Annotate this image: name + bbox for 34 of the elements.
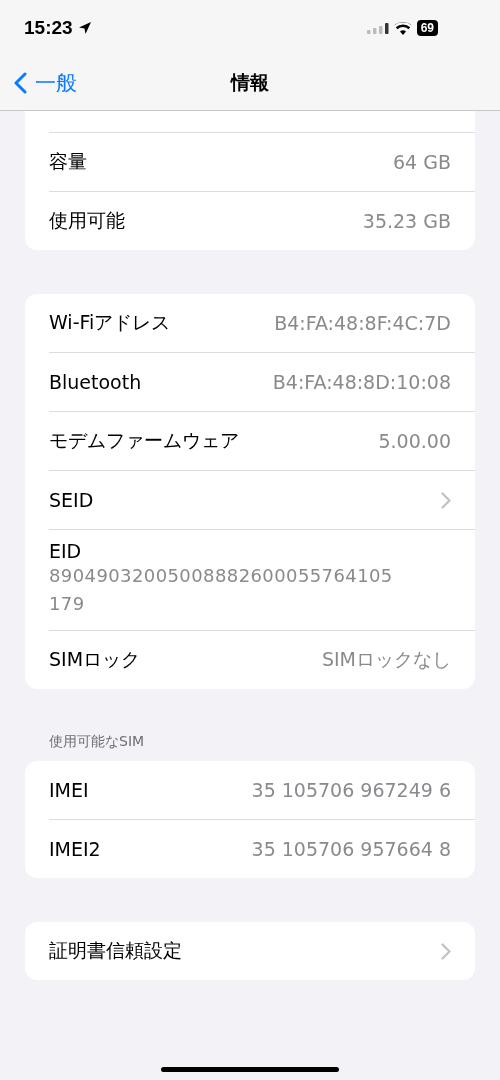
- settings-row[interactable]: 証明書信頼設定: [49, 922, 475, 980]
- row-label: EID: [49, 540, 83, 562]
- location-arrow-icon: [77, 21, 92, 35]
- row-label: SIMロック: [49, 647, 141, 672]
- row-value: 179: [49, 592, 86, 616]
- row-label: 証明書信頼設定: [49, 938, 182, 963]
- row-label: モデムファームウェア: [49, 428, 239, 453]
- row-value: 5.00.00: [378, 430, 451, 452]
- battery-level: 69: [416, 20, 438, 36]
- wifi-icon: [393, 21, 412, 35]
- row-label: IMEI: [49, 779, 89, 801]
- row-label: IMEI2: [49, 838, 101, 860]
- row-label: 容量: [49, 149, 87, 174]
- back-button[interactable]: 一般: [14, 69, 77, 97]
- row-label: 使用可能: [49, 208, 125, 233]
- row-value: B4:FA:48:8D:10:08: [272, 371, 451, 393]
- row-value: B4:FA:48:8F:4C:7D: [274, 312, 451, 334]
- page-title: 情報: [231, 70, 269, 95]
- chevron-icon: [441, 491, 451, 509]
- row-value: SIMロックなし: [321, 647, 451, 672]
- status-time: 15:23: [24, 17, 73, 39]
- settings-row[interactable]: SEID: [49, 470, 475, 529]
- signal-icon: [366, 22, 389, 34]
- row-value: 35.23 GB: [362, 210, 451, 232]
- section-header: 使用可能なSIM: [48, 732, 146, 751]
- row-value: 35 105706 967249 6: [251, 779, 451, 801]
- row-value: 89049032005008882600055764105: [49, 564, 394, 588]
- chevron-icon: [441, 942, 451, 960]
- row-value: 64 GB: [393, 151, 451, 173]
- back-chevron-icon: [14, 72, 27, 94]
- row-label: Bluetooth: [49, 371, 142, 393]
- row-label: SEID: [49, 489, 94, 511]
- row-label: Wi-Fiアドレス: [49, 310, 171, 335]
- row-value: 35 105706 957664 8: [251, 838, 451, 860]
